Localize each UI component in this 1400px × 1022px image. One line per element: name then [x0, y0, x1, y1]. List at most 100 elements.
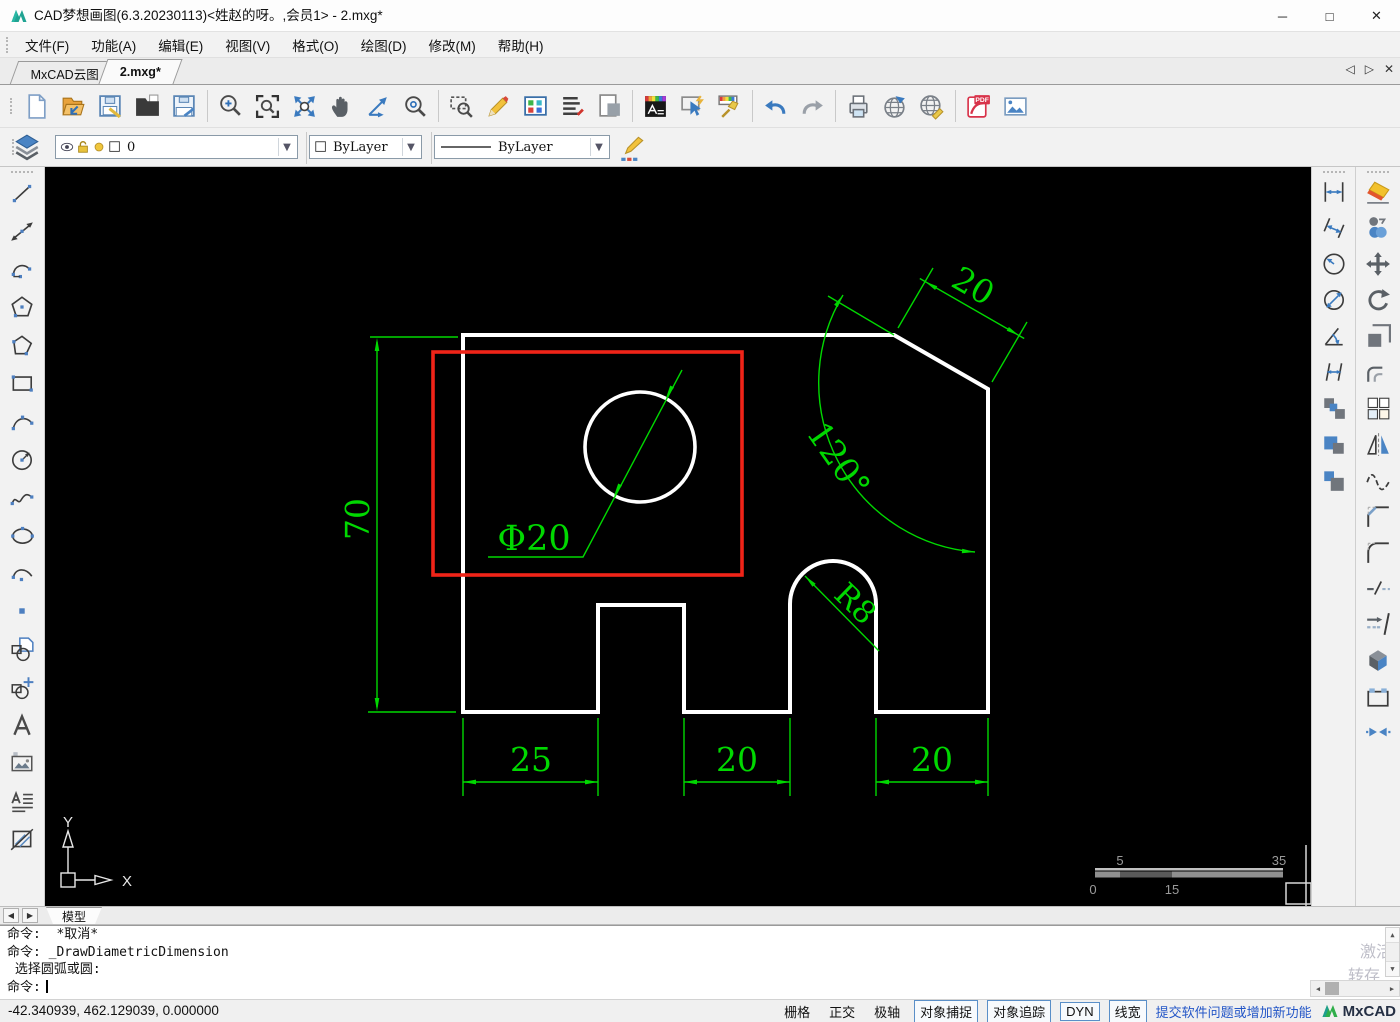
rectangle-button[interactable] [5, 366, 39, 400]
zoom-previous-button[interactable] [443, 88, 480, 125]
zoom-center-button[interactable] [397, 88, 434, 125]
array-button[interactable] [1361, 392, 1395, 424]
extend-button[interactable] [1361, 608, 1395, 640]
layers-button[interactable] [13, 133, 41, 161]
minimize-button[interactable]: ─ [1259, 0, 1306, 32]
arc-continue-button[interactable] [5, 556, 39, 590]
tab-scroll-left-button[interactable]: ◁ [1345, 62, 1354, 76]
grid-toggle[interactable]: 栅格 [779, 1001, 815, 1022]
open-folder-button[interactable] [129, 88, 166, 125]
scroll-left-icon[interactable]: ◀ [1311, 981, 1325, 996]
erase-button[interactable] [1361, 176, 1395, 208]
close-button[interactable]: ✕ [1353, 0, 1400, 32]
group-objects-3-button[interactable] [1317, 464, 1351, 496]
page-setup-button[interactable] [591, 88, 628, 125]
layer-select[interactable]: 0 ▼ [55, 135, 298, 159]
dim-linear-button[interactable] [1317, 176, 1351, 208]
menu-view[interactable]: 视图(V) [214, 35, 281, 55]
circle-button[interactable] [5, 442, 39, 476]
measure-button[interactable] [360, 88, 397, 125]
line-button[interactable] [5, 176, 39, 210]
copy-button[interactable] [1361, 212, 1395, 244]
point-button[interactable] [5, 594, 39, 628]
ellipse-button[interactable] [5, 518, 39, 552]
quick-select-button[interactable] [674, 88, 711, 125]
command-window[interactable]: 命令: *取消* 命令: _DrawDiametricDimension 选择圆… [0, 925, 1400, 999]
spline-button[interactable] [5, 480, 39, 514]
color-select[interactable]: ByLayer ▼ [309, 135, 422, 159]
tab-scroll-right-button[interactable]: ▷ [1365, 62, 1374, 76]
dyn-toggle[interactable]: DYN [1060, 1001, 1100, 1021]
color-palette-button[interactable] [517, 88, 554, 125]
chevron-down-icon[interactable]: ▼ [402, 138, 419, 156]
mtext-button[interactable] [5, 784, 39, 818]
scroll-right-icon[interactable]: ▶ [1385, 981, 1399, 996]
dim-diameter-button[interactable] [1317, 284, 1351, 316]
zoom-realtime-button[interactable] [212, 88, 249, 125]
menu-format[interactable]: 格式(O) [281, 35, 350, 55]
join-button[interactable] [1361, 716, 1395, 748]
layer-manager-button[interactable] [637, 88, 674, 125]
tab-model[interactable]: 模型 [46, 907, 102, 924]
offset-button[interactable] [1361, 356, 1395, 388]
fillet-button[interactable] [1361, 536, 1395, 568]
command-horizontal-scrollbar[interactable]: ◀ ▶ [1310, 980, 1400, 997]
polygon-button[interactable] [5, 290, 39, 324]
rotate-button[interactable] [1361, 284, 1395, 316]
menu-draw[interactable]: 绘图(D) [350, 35, 418, 55]
group-objects-1-button[interactable] [1317, 392, 1351, 424]
scrollbar-thumb[interactable] [1325, 982, 1339, 995]
export-pdf-button[interactable]: PDF [960, 88, 997, 125]
open-drawing-button[interactable] [55, 88, 92, 125]
print-button[interactable] [840, 88, 877, 125]
menu-modify[interactable]: 修改(M) [418, 35, 487, 55]
tab-close-button[interactable]: ✕ [1384, 62, 1394, 76]
text-button[interactable] [5, 708, 39, 742]
tab-2mxg[interactable]: 2.mxg* [98, 59, 183, 84]
chevron-down-icon[interactable]: ▼ [278, 138, 295, 156]
stretch-button[interactable] [1361, 680, 1395, 712]
make-block-button[interactable] [5, 670, 39, 704]
command-vertical-scrollbar[interactable]: ▲ ▼ [1385, 927, 1400, 977]
zoom-extents-button[interactable] [286, 88, 323, 125]
edit-spline-button[interactable] [1361, 464, 1395, 496]
layout-prev-button[interactable]: ◀ [3, 908, 19, 923]
new-file-button[interactable] [18, 88, 55, 125]
polyline-button[interactable] [5, 328, 39, 362]
save-as-button[interactable] [166, 88, 203, 125]
linetype-select[interactable]: ByLayer ▼ [434, 135, 610, 159]
zoom-window-button[interactable] [249, 88, 286, 125]
feedback-link[interactable]: 提交软件问题或增加新功能 [1156, 1002, 1312, 1021]
lineweight-toggle[interactable]: 线宽 [1108, 999, 1147, 1022]
scroll-up-icon[interactable]: ▲ [1386, 928, 1399, 943]
sketch-button[interactable] [480, 88, 517, 125]
scale-button[interactable] [1361, 320, 1395, 352]
insert-image-button[interactable] [997, 88, 1034, 125]
pan-button[interactable] [323, 88, 360, 125]
dim-aligned-button[interactable] [1317, 212, 1351, 244]
explode-button[interactable] [1361, 644, 1395, 676]
menu-help[interactable]: 帮助(H) [487, 35, 555, 55]
dim-angular-button[interactable] [1317, 320, 1351, 352]
save-button[interactable] [92, 88, 129, 125]
web-publish-button[interactable] [877, 88, 914, 125]
chevron-down-icon[interactable]: ▼ [590, 138, 607, 156]
undo-button[interactable] [757, 88, 794, 125]
layout-next-button[interactable]: ▶ [22, 908, 38, 923]
hatch-button[interactable] [5, 822, 39, 856]
menu-function[interactable]: 功能(A) [80, 35, 147, 55]
osnap-toggle[interactable]: 对象捕捉 [914, 999, 979, 1022]
chamfer-button[interactable] [1361, 500, 1395, 532]
break-button[interactable] [1361, 572, 1395, 604]
menu-file[interactable]: 文件(F) [14, 35, 80, 55]
otrack-toggle[interactable]: 对象追踪 [987, 999, 1052, 1022]
match-properties-button[interactable] [711, 88, 748, 125]
command-prompt-line[interactable]: 命令: [0, 979, 1400, 997]
maximize-button[interactable]: □ [1306, 0, 1353, 32]
image-button[interactable] [5, 746, 39, 780]
dim-radius-button[interactable] [1317, 248, 1351, 280]
mirror-button[interactable] [1361, 428, 1395, 460]
polar-toggle[interactable]: 极轴 [869, 1001, 905, 1022]
arc-3point-button[interactable] [5, 404, 39, 438]
dim-jogged-button[interactable] [1317, 356, 1351, 388]
